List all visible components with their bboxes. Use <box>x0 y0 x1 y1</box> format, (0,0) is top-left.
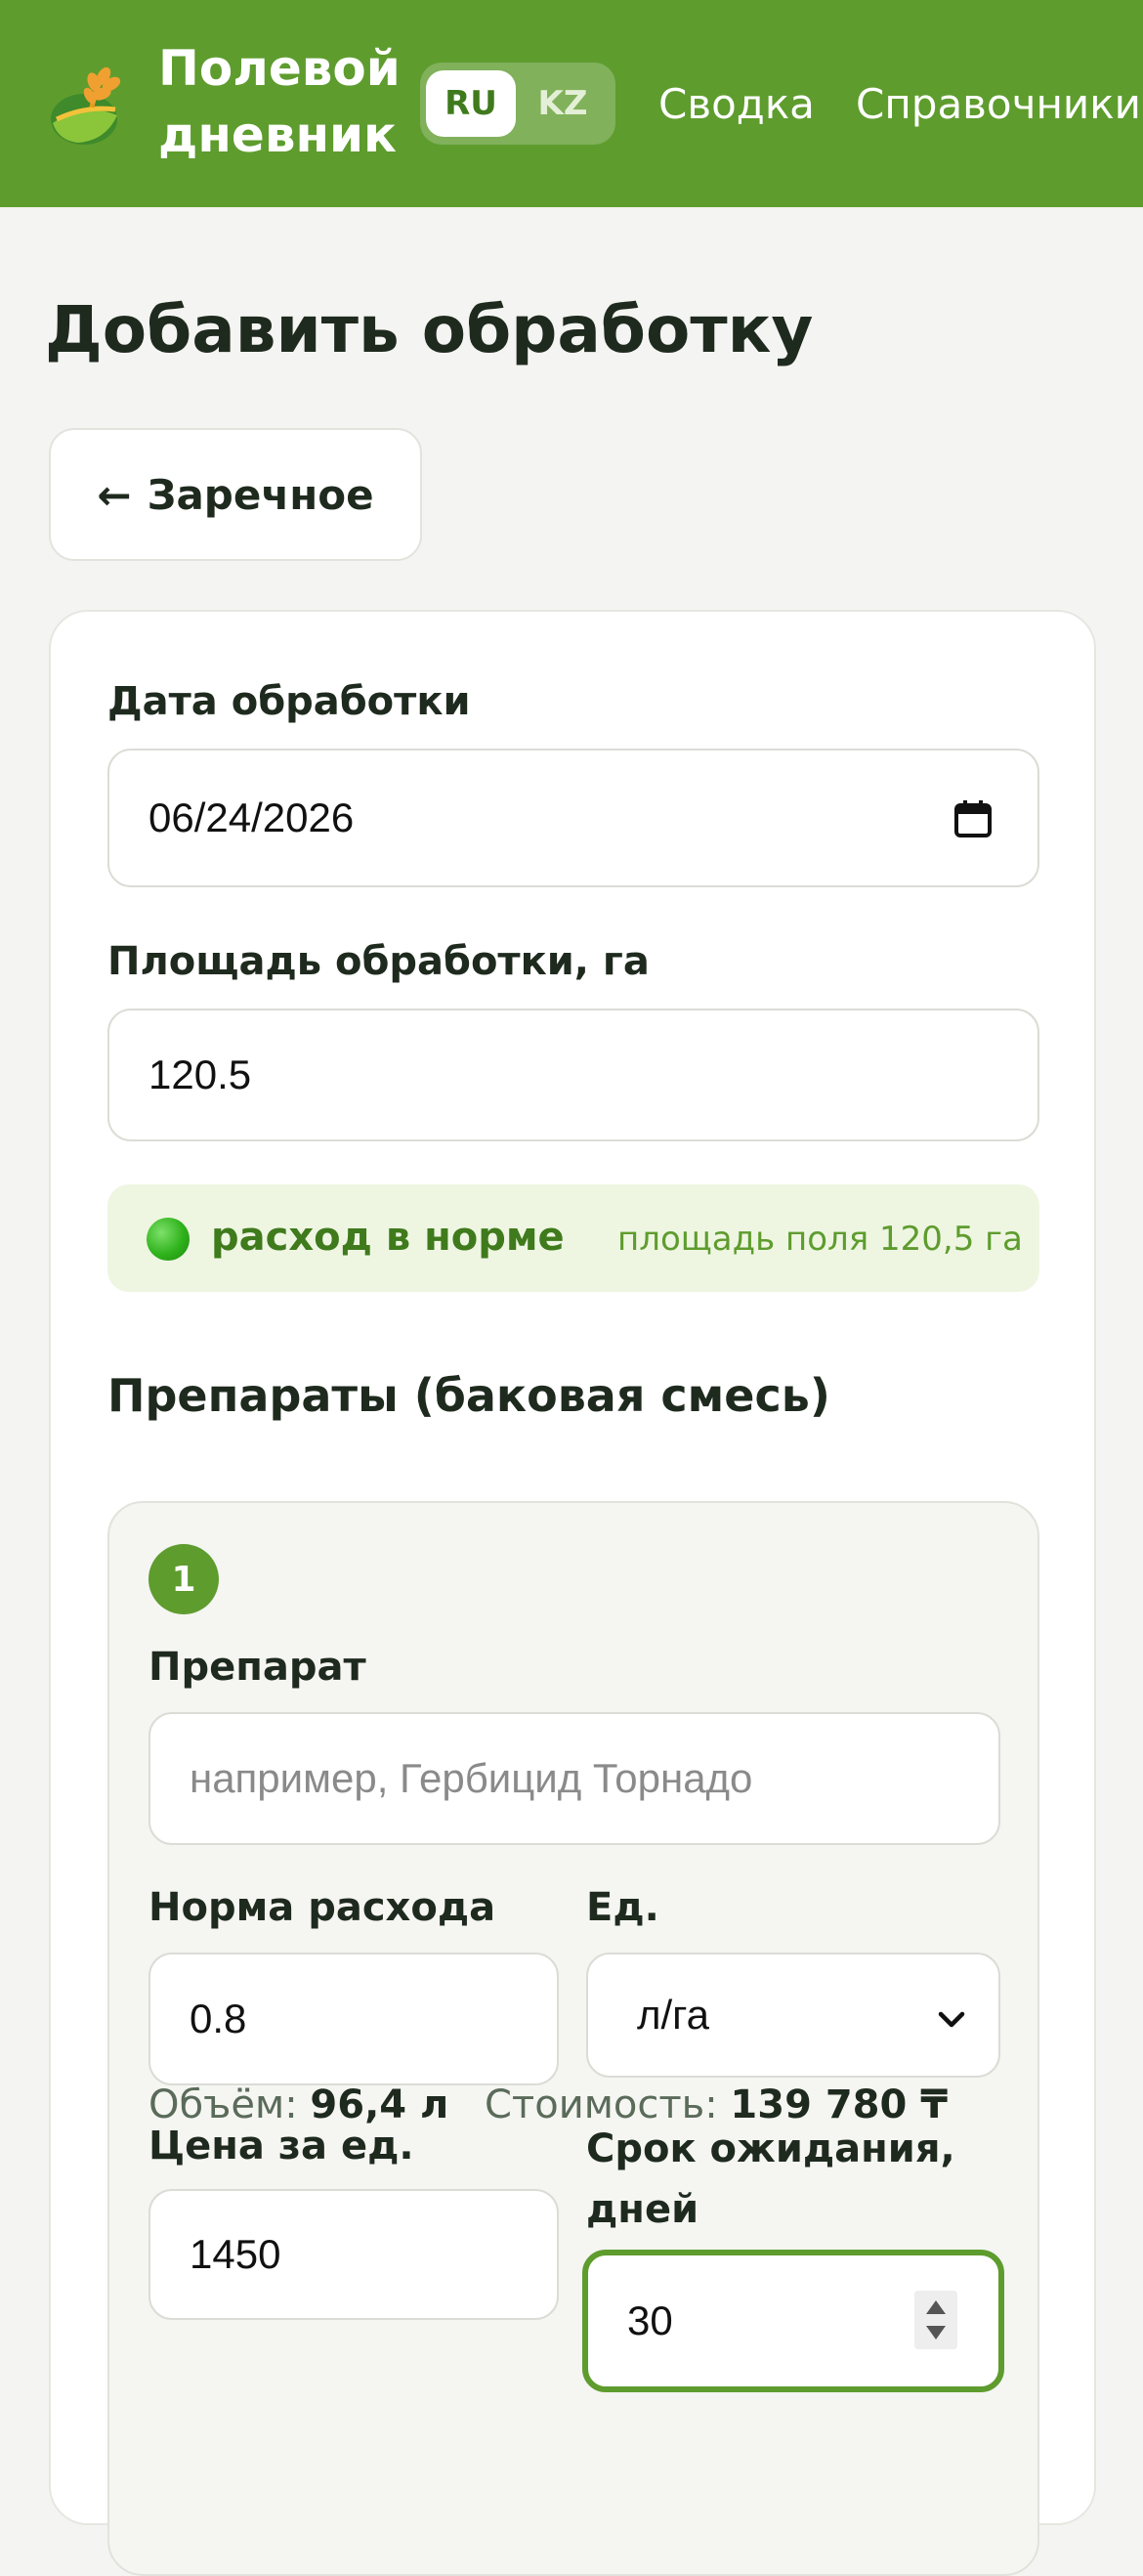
wait-label: Срок ожидания, дней <box>586 2119 955 2240</box>
consumption-status: расход в норме площадь поля 120,5 га <box>107 1184 1039 1292</box>
calendar-icon[interactable] <box>953 799 993 838</box>
cost-summary: Стоимость: 139 780 ₸ <box>485 2078 948 2132</box>
app-header: Полевой дневник RU KZ Сводка Справочники <box>0 0 1143 207</box>
unit-select[interactable]: л/га <box>586 1953 1000 2078</box>
date-value: 06/24/2026 <box>148 794 355 840</box>
brand-line-2: дневник <box>158 107 397 163</box>
status-text: расход в норме <box>211 1215 565 1260</box>
price-value: 1450 <box>190 2231 281 2277</box>
product-index-badge: 1 <box>148 1544 219 1614</box>
arrow-left-icon: ← <box>97 470 132 519</box>
volume-label: Объём: <box>148 2082 298 2127</box>
brand-title[interactable]: Полевой дневник <box>158 35 401 168</box>
volume-value: 96,4 л <box>310 2082 449 2127</box>
waiting-period-input[interactable]: 30 <box>582 2250 1004 2392</box>
date-label: Дата обработки <box>107 679 471 724</box>
back-button-label: Заречное <box>147 470 374 519</box>
price-input[interactable]: 1450 <box>148 2189 559 2320</box>
area-label: Площадь обработки, га <box>107 939 650 984</box>
number-spinner-icon[interactable] <box>914 2291 957 2349</box>
rate-label: Норма расхода <box>148 1885 496 1930</box>
lang-ru-button[interactable]: RU <box>426 70 516 137</box>
field-area-note: площадь поля 120,5 га <box>617 1220 1023 1259</box>
wait-label-line-2: дней <box>586 2187 699 2232</box>
page-title: Добавить обработку <box>45 292 814 367</box>
product-card: 1 Препарат например, Гербицид Торнадо Но… <box>107 1501 1039 2576</box>
rate-value: 0.8 <box>190 1996 247 2041</box>
chevron-down-icon <box>938 2011 965 2028</box>
area-value: 120.5 <box>148 1052 252 1097</box>
unit-label: Ед. <box>586 1885 659 1930</box>
product-name-placeholder: например, Гербицид Торнадо <box>190 1755 753 1801</box>
back-button[interactable]: ← Заречное <box>49 428 422 561</box>
unit-value: л/га <box>637 1992 709 2038</box>
nav-summary-link[interactable]: Сводка <box>658 76 815 133</box>
cost-value: 139 780 ₸ <box>730 2082 949 2127</box>
area-input[interactable]: 120.5 <box>107 1009 1039 1141</box>
date-input[interactable]: 06/24/2026 <box>107 749 1039 887</box>
nav-references-link[interactable]: Справочники <box>856 76 1141 133</box>
brand-line-1: Полевой <box>158 40 401 97</box>
product-name-input[interactable]: например, Гербицид Торнадо <box>148 1712 1000 1845</box>
cost-label: Стоимость: <box>485 2082 718 2127</box>
language-switch: RU KZ <box>420 63 615 145</box>
product-name-label: Препарат <box>148 1645 366 1690</box>
wheat-logo-icon[interactable] <box>47 59 129 147</box>
volume-summary: Объём: 96,4 л <box>148 2078 448 2132</box>
rate-input[interactable]: 0.8 <box>148 1953 559 2085</box>
products-section-title: Препараты (баковая смесь) <box>107 1369 830 1422</box>
treatment-form: Дата обработки 06/24/2026 Площадь обрабо… <box>49 610 1096 2576</box>
wait-value: 30 <box>627 2297 673 2343</box>
lang-kz-button[interactable]: KZ <box>518 70 608 137</box>
green-dot-icon <box>147 1218 190 1261</box>
